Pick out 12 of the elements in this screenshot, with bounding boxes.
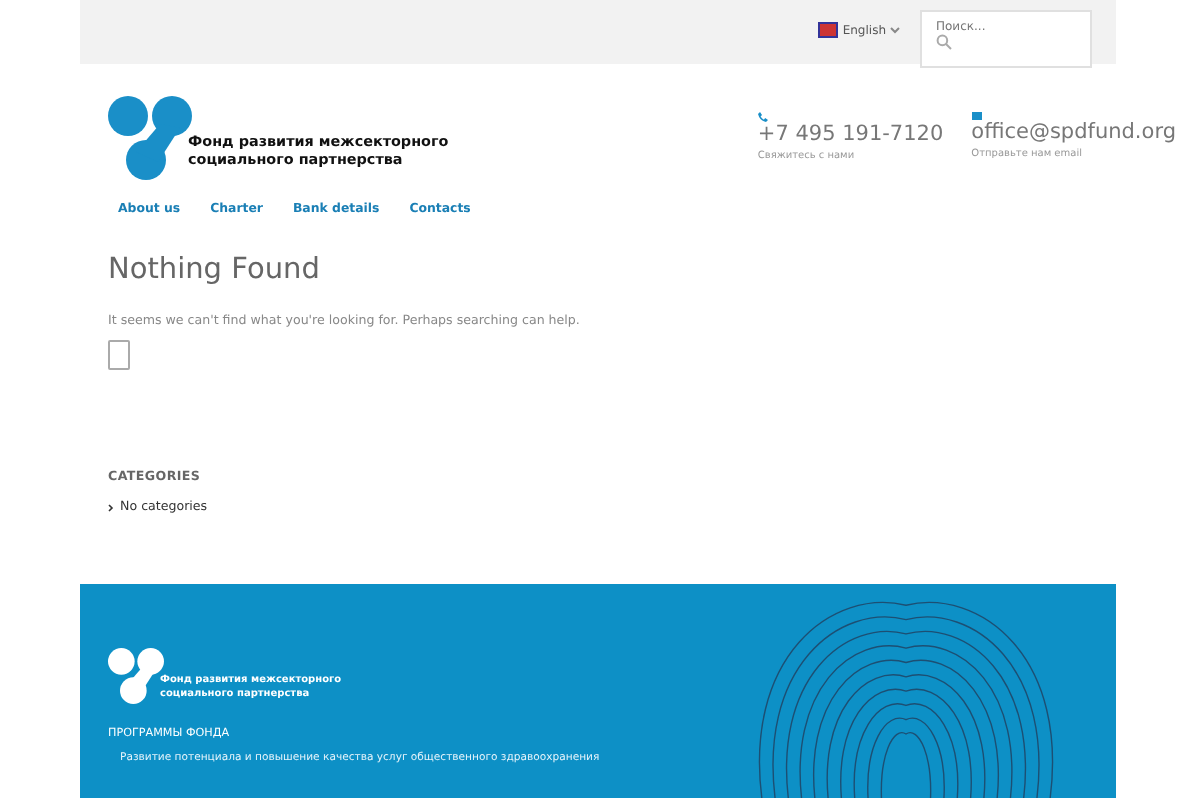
chevron-right-icon [108, 503, 114, 511]
contact-value[interactable]: +7 495 191-7120 [757, 122, 944, 146]
phone-icon [757, 112, 768, 122]
flag-icon [818, 22, 839, 38]
search-icon[interactable] [936, 34, 952, 50]
envelope-icon [971, 112, 982, 120]
page-title: Nothing Found [108, 254, 322, 286]
search-button[interactable] [108, 340, 130, 370]
chevron-down-icon [890, 26, 900, 34]
logo-icon [108, 648, 164, 704]
logo-icon [108, 96, 192, 180]
contact-value[interactable]: office@spdfund.org [971, 120, 1176, 144]
